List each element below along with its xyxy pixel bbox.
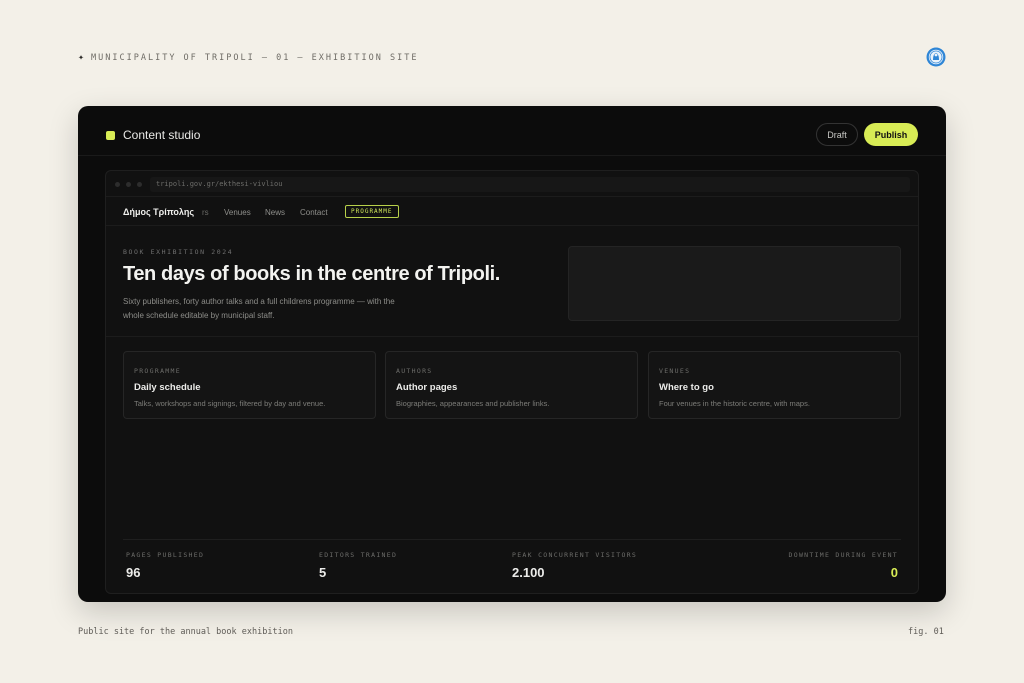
content-studio-card: Content studio Draft Publish tripoli.gov… xyxy=(78,106,946,602)
site-nav: rs Δήμος Τρίπολης Venues News Contact PR… xyxy=(106,198,918,226)
divider xyxy=(123,539,901,540)
feature-title: Author pages xyxy=(396,382,458,393)
stat-value: 0 xyxy=(890,565,898,580)
address-bar[interactable]: tripoli.gov.gr/ekthesi-vivliou xyxy=(150,177,910,192)
stat-label: PEAK CONCURRENT VISITORS xyxy=(512,551,638,559)
nav-item-authors[interactable]: rs xyxy=(202,208,209,217)
feature-desc: Four venues in the historic centre, with… xyxy=(659,399,810,408)
hero-title: Ten days of books in the centre of Tripo… xyxy=(123,263,500,285)
studio-title: Content studio xyxy=(106,128,200,142)
nav-item-news[interactable]: News xyxy=(265,208,285,217)
feature-card-venues[interactable]: VENUES Where to go Four venues in the hi… xyxy=(648,351,901,419)
feature-kicker: VENUES xyxy=(659,367,691,375)
browser-chrome: tripoli.gov.gr/ekthesi-vivliou xyxy=(106,171,918,197)
divider xyxy=(106,336,918,337)
feature-kicker: AUTHORS xyxy=(396,367,433,375)
municipal-seal-icon xyxy=(926,47,946,67)
window-dot-icon xyxy=(115,182,120,187)
stat-value: 96 xyxy=(126,565,141,580)
feature-title: Where to go xyxy=(659,382,714,393)
hero-kicker: BOOK EXHIBITION 2024 xyxy=(123,248,234,256)
stat-editors-trained: EDITORS TRAINED 5 xyxy=(319,551,397,580)
studio-logo-icon xyxy=(106,130,115,140)
page-eyebrow: ✦ MUNICIPALITY OF TRIPOLI — 01 — EXHIBIT… xyxy=(78,52,418,63)
figure-number: fig. 01 xyxy=(908,627,944,637)
hero-subtitle: Sixty publishers, forty author talks and… xyxy=(123,297,395,320)
stat-label: PAGES PUBLISHED xyxy=(126,551,205,559)
eyebrow-text: MUNICIPALITY OF TRIPOLI — 01 — EXHIBITIO… xyxy=(91,52,419,63)
feature-desc: Biographies, appearances and publisher l… xyxy=(396,399,550,408)
window-dot-icon xyxy=(137,182,142,187)
draft-button[interactable]: Draft xyxy=(816,123,858,146)
stat-value: 5 xyxy=(319,565,327,580)
studio-title-text: Content studio xyxy=(123,128,201,142)
feature-card-programme[interactable]: PROGRAMME Daily schedule Talks, workshop… xyxy=(123,351,376,419)
nav-item-programme[interactable]: PROGRAMME xyxy=(345,205,399,218)
sparkle-icon: ✦ xyxy=(78,52,85,63)
stat-label: DOWNTIME DURING EVENT xyxy=(788,551,898,559)
feature-desc: Talks, workshops and signings, filtered … xyxy=(134,399,326,408)
stat-value: 2.100 xyxy=(512,565,545,580)
stat-pages-published: PAGES PUBLISHED 96 xyxy=(126,551,204,580)
nav-item-contact[interactable]: Contact xyxy=(300,208,328,217)
publish-button[interactable]: Publish xyxy=(864,123,918,146)
window-dot-icon xyxy=(126,182,131,187)
nav-item-venues[interactable]: Venues xyxy=(224,208,251,217)
site-preview-browser: tripoli.gov.gr/ekthesi-vivliou rs Δήμος … xyxy=(105,170,919,594)
stat-peak-visitors: PEAK CONCURRENT VISITORS 2.100 xyxy=(512,551,637,580)
feature-kicker: PROGRAMME xyxy=(134,367,181,375)
site-brand[interactable]: Δήμος Τρίπολης xyxy=(123,207,194,217)
hero-image-placeholder xyxy=(568,246,901,321)
stat-label: EDITORS TRAINED xyxy=(319,551,398,559)
figure-caption: Public site for the annual book exhibiti… xyxy=(78,627,293,637)
studio-toolbar: Content studio Draft Publish xyxy=(78,106,946,156)
stat-downtime: DOWNTIME DURING EVENT 0 xyxy=(789,551,898,580)
feature-card-authors[interactable]: AUTHORS Author pages Biographies, appear… xyxy=(385,351,638,419)
feature-title: Daily schedule xyxy=(134,382,201,393)
